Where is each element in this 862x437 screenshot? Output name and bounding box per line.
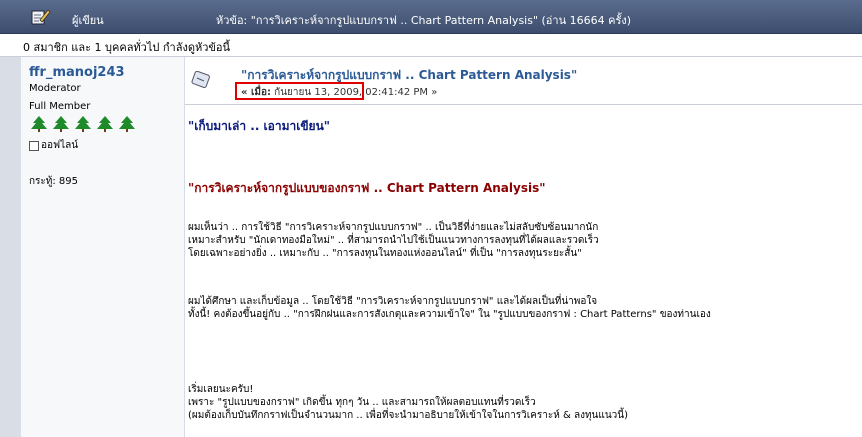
highlight-box [235,82,364,100]
paragraph-3: เริ่มเลยนะครับ! เพราะ "รูปแบบของกราฟ" เก… [188,383,628,422]
post-icon [191,71,210,88]
tree-icon [75,116,91,132]
paragraph-2: ผมได้ศึกษา และเก็บข้อมูล .. โดยใช้วิธี "… [188,295,711,321]
text-line: (ผมต้องเก็บบันทึกกราฟเป็นจำนวนมาก .. เพื… [188,410,629,421]
post-count: กระทู้: 895 [29,176,79,187]
offline-status-icon [29,140,39,151]
text-line: ผมได้ศึกษา และเก็บข้อมูล .. โดยใช้วิธี "… [188,296,598,307]
viewers-text: 0 สมาชิก และ 1 บุคคลทั่วไป กำลังดูหัวข้อ… [23,41,231,54]
poster-rank: Full Member [29,101,91,112]
paragraph-1: ผมเห็นว่า .. การใช้วิธี "การวิเคราะห์จาก… [188,221,599,260]
text-line: ผมเห็นว่า .. การใช้วิธี "การวิเคราะห์จาก… [188,222,599,233]
text-line: เพราะ "รูปแบบของกราฟ" เกิดขึ้น ทุกๆ วัน … [188,397,536,408]
poster-role: Moderator [29,83,81,94]
topic-title-header: หัวข้อ: "การวิเคราะห์จากรูปแบบกราฟ .. Ch… [216,14,632,27]
tree-icon [119,116,135,132]
poster-name-link[interactable]: ffr_manoj243 [29,65,125,80]
post-content: "การวิเคราะห์จากรูปแบบกราฟ .. Chart Patt… [185,57,862,437]
tree-icon [53,116,69,132]
text-line: เหมาะสำหรับ "นักเดาทองมือใหม่" .. ที่สาม… [188,235,599,246]
online-status: ออฟไลน์ [29,138,78,153]
edit-icon [31,9,51,25]
topic-header-bar: ผู้เขียน หัวข้อ: "การวิเคราะห์จากรูปแบบก… [0,0,862,34]
left-margin [0,57,21,437]
author-column-header: ผู้เขียน [72,14,104,27]
post-heading: "การวิเคราะห์จากรูปแบบของกราฟ .. Chart P… [188,181,546,195]
tree-icon [97,116,113,132]
text-line: เริ่มเลยนะครับ! [188,384,254,395]
online-status-label: ออฟไลน์ [41,140,79,151]
tree-icon [31,116,47,132]
text-line: ทั้งนี้! คงต้องขึ้นอยู่กับ .. "การฝึกฝนแ… [188,309,711,320]
viewers-row: 0 สมาชิก และ 1 บุคคลทั่วไป กำลังดูหัวข้อ… [0,34,862,57]
poster-info-panel: ffr_manoj243 Moderator Full Member ออฟไล… [21,57,185,437]
text-line: โดยเฉพาะอย่างยิ่ง .. เหมาะกับ .. "การลงท… [188,248,582,259]
post-quote: "เก็บมาเล่า .. เอามาเขียน" [188,119,331,133]
divider [185,104,862,105]
rank-stars [29,115,137,133]
